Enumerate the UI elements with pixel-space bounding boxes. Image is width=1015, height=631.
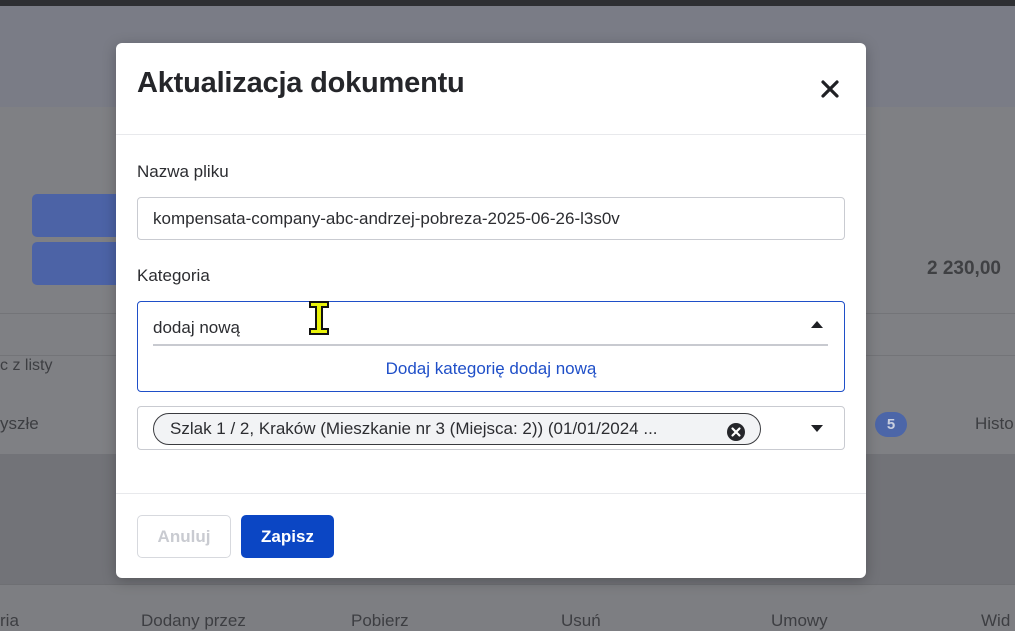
remove-chip-icon[interactable] bbox=[726, 422, 746, 442]
assignment-select[interactable]: Szlak 1 / 2, Kraków (Mieszkanie nr 3 (Mi… bbox=[137, 406, 845, 450]
add-category-option[interactable]: Dodaj kategorię dodaj nową bbox=[138, 354, 844, 384]
column-header: ria bbox=[0, 611, 19, 630]
column-header: Dodany przez bbox=[141, 611, 246, 630]
category-input[interactable] bbox=[153, 312, 828, 346]
caret-up-icon[interactable] bbox=[809, 316, 825, 332]
save-button[interactable]: Zapisz bbox=[241, 515, 334, 558]
caret-down-icon[interactable] bbox=[809, 420, 825, 436]
amount-value: 2 230,00 bbox=[927, 258, 1001, 279]
selected-chip: Szlak 1 / 2, Kraków (Mieszkanie nr 3 (Mi… bbox=[153, 413, 761, 445]
filename-input[interactable] bbox=[137, 197, 845, 240]
list-hint: c z listy bbox=[0, 357, 53, 374]
category-combobox[interactable]: Dodaj kategorię dodaj nową bbox=[137, 301, 845, 392]
column-header: Umowy bbox=[771, 611, 828, 630]
cancel-button[interactable]: Anuluj bbox=[137, 515, 231, 558]
column-header: Usuń bbox=[561, 611, 601, 630]
category-label: Kategoria bbox=[137, 266, 210, 285]
tab-partial: yszłe bbox=[0, 414, 39, 433]
close-icon[interactable] bbox=[816, 75, 844, 103]
table-header: ria Dodany przez Pobierz Usuń Umowy Wid bbox=[0, 584, 1015, 631]
column-header: Pobierz bbox=[351, 611, 409, 630]
tab-history: Histo bbox=[975, 414, 1014, 433]
chip-label: Szlak 1 / 2, Kraków (Mieszkanie nr 3 (Mi… bbox=[170, 419, 658, 438]
divider bbox=[116, 134, 866, 135]
filename-label: Nazwa pliku bbox=[137, 162, 229, 181]
count-badge: 5 bbox=[875, 412, 907, 437]
column-header: Wid bbox=[981, 611, 1011, 630]
divider bbox=[116, 493, 866, 494]
dialog-title: Aktualizacja dokumentu bbox=[137, 67, 465, 99]
update-document-dialog: Aktualizacja dokumentu Nazwa pliku Kateg… bbox=[116, 43, 866, 578]
